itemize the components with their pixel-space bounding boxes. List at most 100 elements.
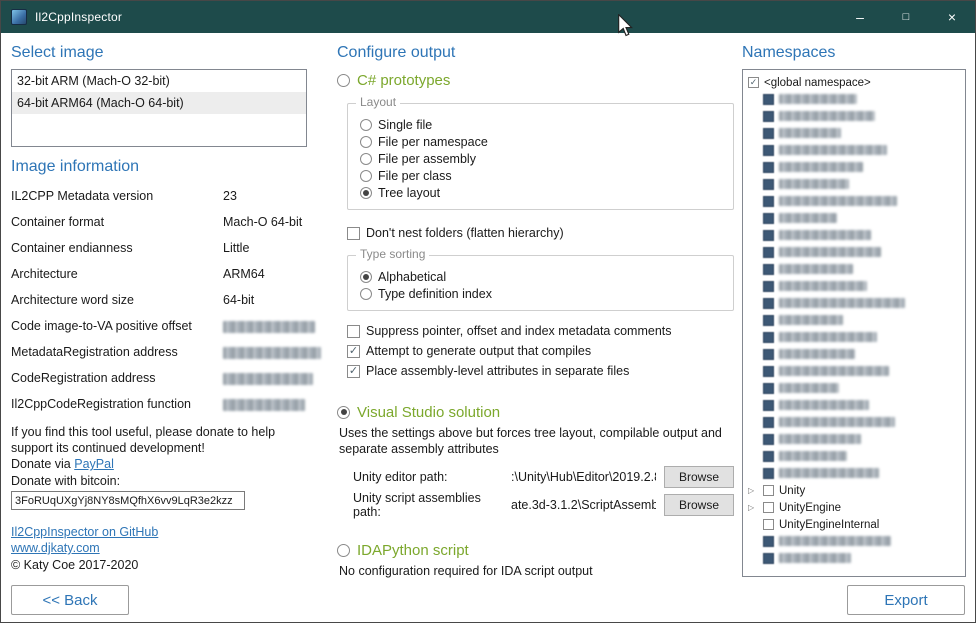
namespace-item[interactable] <box>743 346 965 363</box>
radio-visual-studio-solution[interactable]: Visual Studio solution <box>337 401 734 423</box>
checkbox-icon <box>763 383 774 394</box>
checkbox-icon <box>763 485 774 496</box>
checkbox-output-option[interactable]: ✓Place assembly-level attributes in sepa… <box>347 361 734 381</box>
namespace-item[interactable] <box>743 397 965 414</box>
namespace-label <box>779 400 869 412</box>
checkbox-output-option[interactable]: ✓Attempt to generate output that compile… <box>347 341 734 361</box>
namespace-item[interactable] <box>743 108 965 125</box>
github-link[interactable]: Il2CppInspector on GitHub <box>11 524 307 540</box>
unity-editor-path-value[interactable]: :\Unity\Hub\Editor\2019.2.8f1 <box>511 470 656 484</box>
info-label: Architecture <box>11 267 223 281</box>
checkbox-icon <box>763 417 774 428</box>
checkbox-icon <box>763 264 774 275</box>
checkbox-icon <box>763 230 774 241</box>
namespace-item[interactable] <box>743 91 965 108</box>
paypal-link[interactable]: PayPal <box>74 457 114 471</box>
info-value: 23 <box>223 189 307 203</box>
minimize-button[interactable]: – <box>837 1 883 33</box>
namespace-item[interactable] <box>743 227 965 244</box>
radio-layout-option[interactable]: Single file <box>360 116 723 133</box>
namespace-item[interactable] <box>743 261 965 278</box>
namespace-item[interactable] <box>743 210 965 227</box>
radio-csharp-prototypes[interactable]: C# prototypes <box>337 69 734 91</box>
bitcoin-label: Donate with bitcoin: <box>11 473 307 490</box>
info-value <box>223 397 307 411</box>
namespace-item[interactable] <box>743 295 965 312</box>
expander-icon[interactable]: ▷ <box>748 487 763 495</box>
namespace-item[interactable] <box>743 380 965 397</box>
redacted-namespace <box>779 383 839 393</box>
app-window: Il2CppInspector – □ × Select image 32-bi… <box>0 0 976 623</box>
radio-icon <box>337 406 350 419</box>
radio-sorting-option[interactable]: Type definition index <box>360 285 723 302</box>
website-link[interactable]: www.djkaty.com <box>11 540 307 556</box>
namespace-item[interactable] <box>743 329 965 346</box>
namespace-item[interactable] <box>743 431 965 448</box>
checkbox-output-option[interactable]: Suppress pointer, offset and index metad… <box>347 321 734 341</box>
redacted-namespace <box>779 298 905 308</box>
expander-icon[interactable]: ▷ <box>748 504 763 512</box>
radio-idapython-script[interactable]: IDAPython script <box>337 539 734 561</box>
namespace-list[interactable]: ✓<global namespace> ▷Unity▷UnityEngineUni… <box>742 69 966 577</box>
redacted-namespace <box>779 162 863 172</box>
namespace-item[interactable] <box>743 448 965 465</box>
flatten-checkbox-slot: Don't nest folders (flatten hierarchy) <box>347 223 734 243</box>
radio-icon <box>360 136 372 148</box>
namespace-item[interactable] <box>743 414 965 431</box>
browse-assemblies-button[interactable]: Browse <box>664 494 734 516</box>
radio-layout-option[interactable]: File per class <box>360 167 723 184</box>
layout-groupbox-label: Layout <box>356 95 400 109</box>
export-button[interactable]: Export <box>847 585 965 615</box>
redacted-namespace <box>779 536 891 546</box>
namespace-item[interactable] <box>743 125 965 142</box>
namespace-item[interactable]: ✓<global namespace> <box>743 74 965 91</box>
namespace-item[interactable] <box>743 244 965 261</box>
maximize-button[interactable]: □ <box>883 1 929 33</box>
checkbox-icon <box>763 179 774 190</box>
namespace-item[interactable] <box>743 176 965 193</box>
redacted-namespace <box>779 434 861 444</box>
info-label: Il2CppCodeRegistration function <box>11 397 223 411</box>
image-list-item[interactable]: 32-bit ARM (Mach-O 32-bit) <box>12 70 306 92</box>
namespace-item[interactable] <box>743 159 965 176</box>
layout-groupbox: Layout Single fileFile per namespaceFile… <box>347 103 734 210</box>
image-list-item[interactable]: 64-bit ARM64 (Mach-O 64-bit) <box>12 92 306 114</box>
checkbox-icon <box>763 247 774 258</box>
namespace-item[interactable] <box>743 465 965 482</box>
checkbox-icon <box>763 162 774 173</box>
info-label: Code image-to-VA positive offset <box>11 319 223 333</box>
layout-options: Single fileFile per namespaceFile per as… <box>360 116 723 201</box>
radio-layout-option[interactable]: File per assembly <box>360 150 723 167</box>
namespace-item[interactable] <box>743 363 965 380</box>
window-title: Il2CppInspector <box>35 10 122 24</box>
namespace-item[interactable] <box>743 193 965 210</box>
vs-radio-slot: Visual Studio solution <box>337 401 734 423</box>
radio-icon <box>360 170 372 182</box>
namespace-label <box>779 264 853 276</box>
namespace-label <box>779 553 851 565</box>
bitcoin-address-input[interactable] <box>11 491 245 510</box>
image-list[interactable]: 32-bit ARM (Mach-O 32-bit)64-bit ARM64 (… <box>11 69 307 147</box>
namespace-label <box>779 128 841 140</box>
redacted-namespace <box>779 400 869 410</box>
namespace-item[interactable] <box>743 312 965 329</box>
namespace-item[interactable] <box>743 550 965 567</box>
redacted-namespace <box>779 281 867 291</box>
checkbox-flatten-hierarchy[interactable]: Don't nest folders (flatten hierarchy) <box>347 223 734 243</box>
info-row: ArchitectureARM64 <box>11 261 307 287</box>
namespace-item[interactable] <box>743 142 965 159</box>
back-button[interactable]: << Back <box>11 585 129 615</box>
radio-layout-option[interactable]: File per namespace <box>360 133 723 150</box>
namespace-item[interactable] <box>743 278 965 295</box>
unity-assemblies-path-value[interactable]: ate.3d-3.1.2\ScriptAssemblies <box>511 498 656 512</box>
checkbox-label: Place assembly-level attributes in separ… <box>366 364 629 378</box>
namespace-item[interactable]: ▷UnityEngine <box>743 499 965 516</box>
close-button[interactable]: × <box>929 1 975 33</box>
ida-radio-slot: IDAPython script <box>337 539 734 561</box>
radio-layout-option[interactable]: Tree layout <box>360 184 723 201</box>
radio-sorting-option[interactable]: Alphabetical <box>360 268 723 285</box>
namespace-item[interactable]: UnityEngineInternal <box>743 516 965 533</box>
browse-editor-button[interactable]: Browse <box>664 466 734 488</box>
namespace-item[interactable]: ▷Unity <box>743 482 965 499</box>
namespace-item[interactable] <box>743 533 965 550</box>
